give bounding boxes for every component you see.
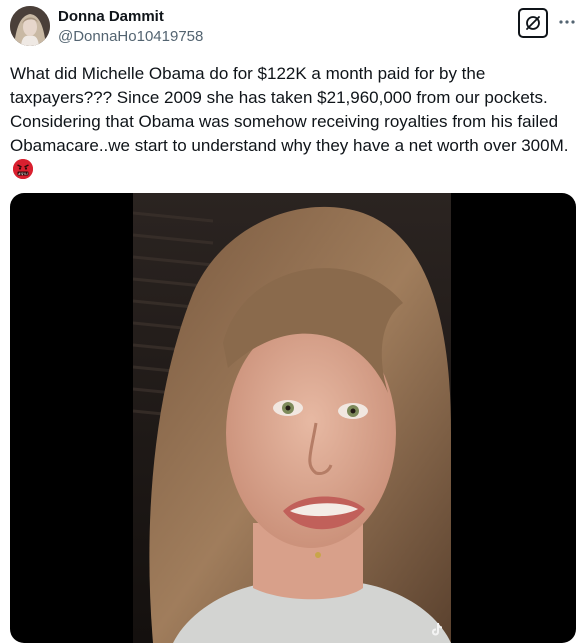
- grok-icon: [526, 16, 540, 30]
- angry-face-with-symbols-icon: #$%!: [13, 159, 33, 179]
- video-player[interactable]: [10, 193, 576, 643]
- video-frame: [133, 193, 451, 643]
- tweet-text: What did Michelle Obama do for $122K a m…: [10, 62, 578, 182]
- author-handle[interactable]: @DonnaHo10419758: [58, 27, 203, 47]
- tweet-header: Donna Dammit @DonnaHo10419758: [0, 0, 584, 56]
- video-thumbnail: [133, 193, 451, 643]
- grok-button[interactable]: [518, 8, 548, 38]
- avatar[interactable]: [10, 6, 50, 46]
- svg-text:#$%!: #$%!: [18, 172, 28, 176]
- more-button[interactable]: [556, 9, 578, 35]
- author-display-name[interactable]: Donna Dammit: [58, 7, 164, 27]
- tweet-body: What did Michelle Obama do for $122K a m…: [10, 64, 569, 155]
- more-icon: [559, 20, 575, 24]
- avatar-image: [10, 6, 50, 46]
